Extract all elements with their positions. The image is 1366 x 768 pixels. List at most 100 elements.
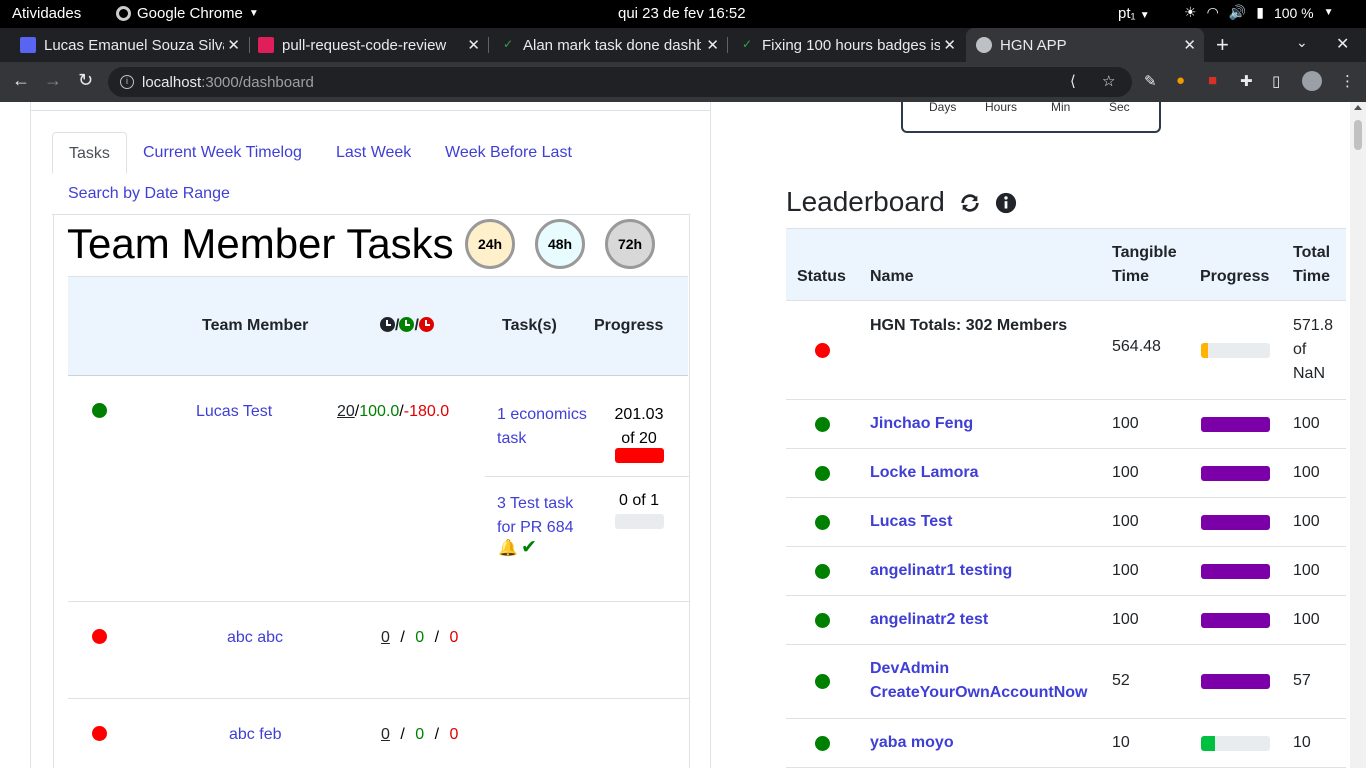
hours-committed[interactable]: 0 [381,726,390,743]
tab-current-week-timelog[interactable]: Current Week Timelog [143,144,302,162]
total-time: 571.8 of NaN [1293,314,1333,386]
browser-tab[interactable]: Lucas Emanuel Souza Silva ✕ [12,28,248,62]
leaderboard-row[interactable]: Lucas Test 100 100 [786,497,1346,546]
forward-icon[interactable]: → [44,70,62,91]
bell-icon[interactable]: 🔔 [498,538,518,558]
address-bar[interactable]: i localhost:3000/dashboard ⟨ ☆ [108,67,1132,97]
share-icon[interactable]: ⟨ [1070,72,1076,90]
leaderboard-row[interactable]: Locke Lamora 100 100 [786,448,1346,497]
tab-search-icon[interactable]: ⌄ [1296,34,1308,51]
scrollbar-thumb[interactable] [1354,120,1362,150]
task-link[interactable]: 3 Test task for PR 684 [497,492,573,540]
chrome-icon [116,6,131,21]
bookmark-star-icon[interactable]: ☆ [1102,72,1115,90]
header-hours-icons: / / [380,317,434,335]
countdown-timer: Days Hours Min Sec [901,102,1161,133]
hours-logged: 100.0 [359,403,400,420]
progress-bar [1201,515,1270,530]
system-tray[interactable]: ☀ ◠ 🔊 ▮ 100 % ▼ [1184,4,1334,21]
divider [31,110,710,111]
clock[interactable]: qui 23 de fev 16:52 [618,5,746,22]
site-info-icon[interactable]: i [120,75,134,89]
check-icon[interactable]: ✔ [521,536,537,559]
browser-tab[interactable]: ✓ Fixing 100 hours badges is ✕ [728,28,964,62]
tab-tasks[interactable]: Tasks [52,132,127,174]
header-tangible-time: Tangible Time [1112,241,1177,289]
total-time: 100 [1293,611,1320,628]
task-link[interactable]: 1 economics task [497,403,587,451]
url-host: localhost [142,73,202,91]
extension-icon[interactable]: ● [1176,72,1185,89]
wifi-icon: ◠ [1206,4,1219,20]
close-icon[interactable]: ✕ [706,36,719,54]
side-panel-icon[interactable]: ▯ [1272,72,1280,90]
total-line: NaN [1293,365,1326,382]
tangible-time: 100 [1112,415,1139,432]
header-progress: Progress [1200,268,1270,285]
member-name-link[interactable]: angelinatr1 testing [870,559,1012,583]
status-dot [92,629,107,644]
refresh-icon[interactable] [959,192,981,214]
pen-extension-icon[interactable]: ✎ [1144,72,1157,90]
filter-24h-button[interactable]: 24h [465,219,515,269]
app-menu[interactable]: Google Chrome ▼ [116,5,259,22]
member-name-link[interactable]: Locke Lamora [870,461,978,485]
hours-committed[interactable]: 0 [381,629,390,646]
member-name-link[interactable]: Lucas Test [870,510,952,534]
browser-tab-active[interactable]: HGN APP ✕ [966,28,1204,62]
name-line: CreateYourOwnAccountNow [870,684,1088,701]
browser-tab[interactable]: ✓ Alan mark task done dashb ✕ [489,28,727,62]
kebab-menu-icon[interactable]: ⋮ [1340,72,1355,90]
reload-icon[interactable]: ↻ [78,70,93,91]
close-icon[interactable]: ✕ [943,36,956,54]
browser-tab[interactable]: pull-request-code-review ✕ [250,28,488,62]
tab-week-before-last[interactable]: Week Before Last [445,144,572,162]
close-icon[interactable]: ✕ [1183,36,1196,54]
filter-48h-button[interactable]: 48h [535,219,585,269]
extension-icon[interactable]: ■ [1208,72,1217,89]
filter-72h-button[interactable]: 72h [605,219,655,269]
avatar[interactable] [1302,71,1322,91]
countdown-sec-label: Sec [1109,102,1130,114]
task-line: task [497,430,527,447]
member-name-link[interactable]: Lucas Test [196,403,272,421]
extensions-puzzle-icon[interactable]: ✚ [1240,72,1253,90]
total-time: 10 [1293,734,1311,751]
back-icon[interactable]: ← [12,70,30,91]
member-name-link[interactable]: DevAdmin CreateYourOwnAccountNow [870,657,1088,705]
new-tab-button[interactable]: + [1216,32,1229,58]
tab-title: pull-request-code-review [282,36,447,54]
hours-remaining: -180.0 [403,403,450,420]
member-name-link[interactable]: angelinatr2 test [870,608,988,632]
activities-button[interactable]: Atividades [12,5,81,22]
close-icon[interactable]: ✕ [467,36,480,54]
scroll-up-arrow-icon[interactable] [1354,105,1362,110]
input-language[interactable]: pt₁ ▼ [1118,5,1150,22]
member-name-link[interactable]: yaba moyo [870,731,954,755]
progress-bar [1201,343,1270,358]
member-name-link[interactable]: Jinchao Feng [870,412,973,436]
page-title: Team Member Tasks [67,220,454,267]
tab-search-by-date-range[interactable]: Search by Date Range [68,185,230,203]
status-dot [815,674,830,689]
leaderboard-row[interactable]: yaba moyo 10 10 [786,718,1346,767]
member-name-link[interactable]: abc abc [227,629,283,647]
leaderboard-row[interactable]: angelinatr1 testing 100 100 [786,546,1346,595]
member-name-link[interactable]: abc feb [229,726,281,744]
window-close-icon[interactable]: ✕ [1336,34,1349,54]
leaderboard-totals-row: HGN Totals: 302 Members 564.48 571.8 of Na… [786,300,1346,399]
hours-committed[interactable]: 20 [337,403,355,420]
tab-last-week[interactable]: Last Week [336,144,411,162]
page-scrollbar[interactable] [1350,102,1366,768]
header-status: Status [797,268,846,285]
url-path: :3000/dashboard [201,73,314,91]
leaderboard-row[interactable]: DevAdmin CreateYourOwnAccountNow 52 57 [786,644,1346,718]
tangible-time: 100 [1112,611,1139,628]
info-icon[interactable] [995,192,1017,214]
tangible-time: 10 [1112,734,1130,751]
header-team-member: Team Member [202,317,309,334]
leaderboard-row[interactable]: Jinchao Feng 100 100 [786,399,1346,448]
leaderboard-row[interactable]: angelinatr2 test 100 100 [786,595,1346,644]
close-icon[interactable]: ✕ [227,36,240,54]
progress-fill [1201,736,1215,751]
